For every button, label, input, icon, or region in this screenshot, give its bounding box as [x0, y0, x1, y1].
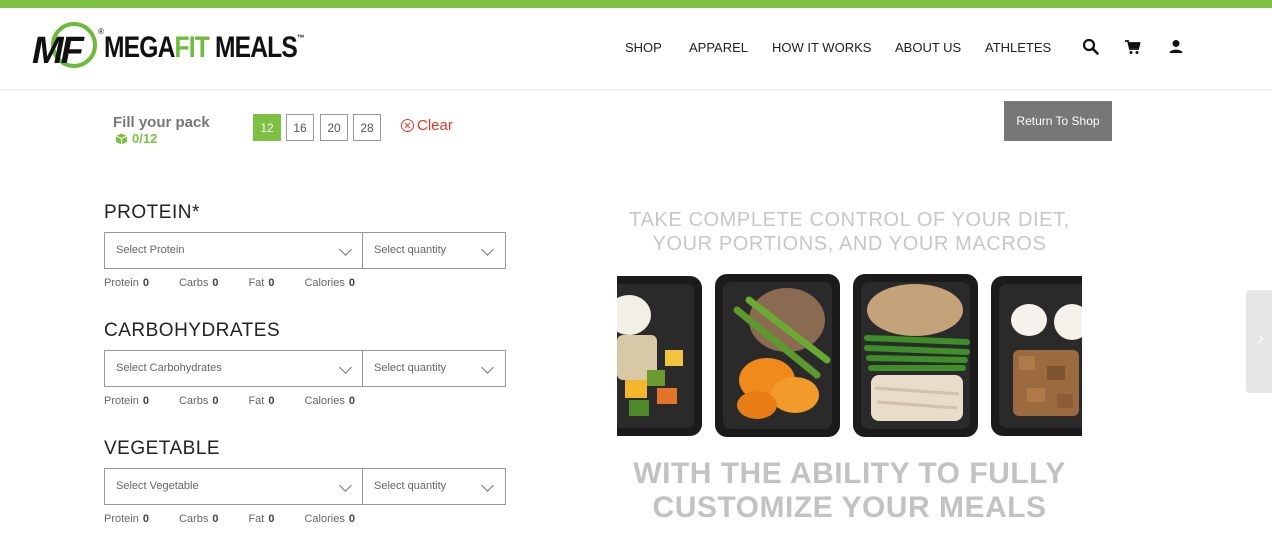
logo-mark-icon: MF ® — [30, 20, 104, 76]
chevron-down-icon — [339, 361, 352, 374]
section-title-carbohydrates: CARBOHYDRATES — [104, 320, 281, 341]
vegetable-quantity-select[interactable]: Select quantity — [363, 469, 505, 504]
top-accent-bar — [0, 0, 1272, 8]
protein-quantity-select[interactable]: Select quantity — [363, 233, 505, 268]
macro-carbs: Carbs 0 — [178, 395, 219, 407]
promo-subheadline-line1: WITH THE ABILITY TO FULLY — [633, 457, 1066, 490]
chevron-right-icon — [1254, 334, 1264, 344]
carbohydrates-macros: Protein 0 Carbs 0 Fat 0 Calories 0 — [104, 395, 385, 407]
carbohydrates-select-placeholder: Select Carbohydrates — [116, 362, 222, 374]
nav-shop[interactable]: SHOP — [625, 40, 662, 55]
macro-protein: Protein 0 — [104, 513, 149, 525]
vegetable-select-group: Select Vegetable Select quantity — [104, 468, 506, 505]
protein-macros: Protein 0 Carbs 0 Fat 0 Calories 0 — [104, 277, 385, 289]
vegetable-select[interactable]: Select Vegetable — [105, 469, 363, 504]
carbohydrates-select[interactable]: Select Carbohydrates — [105, 351, 363, 386]
pack-size-12-button[interactable]: 12 — [253, 114, 281, 141]
macro-calories: Calories 0 — [304, 513, 355, 525]
nav-how-it-works[interactable]: HOW IT WORKS — [772, 40, 871, 55]
macro-calories: Calories 0 — [304, 277, 355, 289]
carbohydrates-select-group: Select Carbohydrates Select quantity — [104, 350, 506, 387]
chevron-down-icon — [481, 243, 494, 256]
promo-subheadline: WITH THE ABILITY TO FULLY CUSTOMIZE YOUR… — [617, 457, 1082, 525]
nav-about-us[interactable]: ABOUT US — [895, 40, 961, 55]
box-icon — [115, 133, 128, 144]
section-title-protein: PROTEIN* — [104, 202, 200, 223]
protein-select-placeholder: Select Protein — [116, 244, 185, 256]
pack-size-20-button[interactable]: 20 — [320, 114, 348, 141]
macro-carbs: Carbs 0 — [178, 277, 219, 289]
chevron-down-icon — [339, 243, 352, 256]
chevron-down-icon — [339, 479, 352, 492]
section-title-vegetable: VEGETABLE — [104, 438, 221, 459]
vegetable-macros: Protein 0 Carbs 0 Fat 0 Calories 0 — [104, 513, 385, 525]
site-header: MF ® MEGAFIT MEALS™ SHOP APPAREL HOW IT … — [0, 8, 1272, 90]
promo-headline-line2: YOUR PORTIONS, AND YOUR MACROS — [652, 233, 1047, 255]
vegetable-quantity-placeholder: Select quantity — [374, 480, 447, 492]
macro-protein: Protein 0 — [104, 277, 149, 289]
nav-apparel[interactable]: APPAREL — [689, 40, 748, 55]
macro-fat: Fat 0 — [248, 395, 275, 407]
cart-icon[interactable] — [1124, 38, 1142, 56]
brand-logo[interactable]: MF ® MEGAFIT MEALS™ — [30, 20, 304, 76]
macro-protein: Protein 0 — [104, 395, 149, 407]
svg-text:MF: MF — [32, 30, 86, 72]
macro-calories: Calories 0 — [304, 395, 355, 407]
macro-fat: Fat 0 — [248, 513, 275, 525]
close-circle-icon — [401, 119, 414, 132]
pack-count: 0/12 — [115, 131, 157, 146]
pack-count-value: 0/12 — [132, 131, 158, 146]
side-slider-tab[interactable] — [1246, 290, 1272, 393]
vegetable-select-placeholder: Select Vegetable — [116, 480, 199, 492]
brand-name: MEGAFIT MEALS™ — [104, 31, 304, 64]
protein-select[interactable]: Select Protein — [105, 233, 363, 268]
clear-label: Clear — [417, 117, 453, 134]
clear-button[interactable]: Clear — [401, 117, 453, 134]
nav-athletes[interactable]: ATHLETES — [985, 40, 1051, 55]
macro-carbs: Carbs 0 — [178, 513, 219, 525]
return-to-shop-button[interactable]: Return To Shop — [1004, 101, 1112, 141]
chevron-down-icon — [481, 361, 494, 374]
user-icon[interactable] — [1167, 38, 1185, 56]
meal-containers-image — [617, 270, 1082, 440]
pack-size-16-button[interactable]: 16 — [286, 114, 314, 141]
promo-headline-line1: TAKE COMPLETE CONTROL OF YOUR DIET, — [629, 209, 1070, 231]
carbohydrates-quantity-placeholder: Select quantity — [374, 362, 447, 374]
chevron-down-icon — [481, 479, 494, 492]
carbohydrates-quantity-select[interactable]: Select quantity — [363, 351, 505, 386]
protein-select-group: Select Protein Select quantity — [104, 232, 506, 269]
pack-size-28-button[interactable]: 28 — [353, 114, 381, 141]
macro-fat: Fat 0 — [248, 277, 275, 289]
promo-subheadline-line2: CUSTOMIZE YOUR MEALS — [652, 491, 1047, 524]
pack-title: Fill your pack — [113, 114, 210, 131]
search-icon[interactable] — [1082, 38, 1100, 56]
protein-quantity-placeholder: Select quantity — [374, 244, 447, 256]
promo-headline: TAKE COMPLETE CONTROL OF YOUR DIET, YOUR… — [617, 208, 1082, 256]
